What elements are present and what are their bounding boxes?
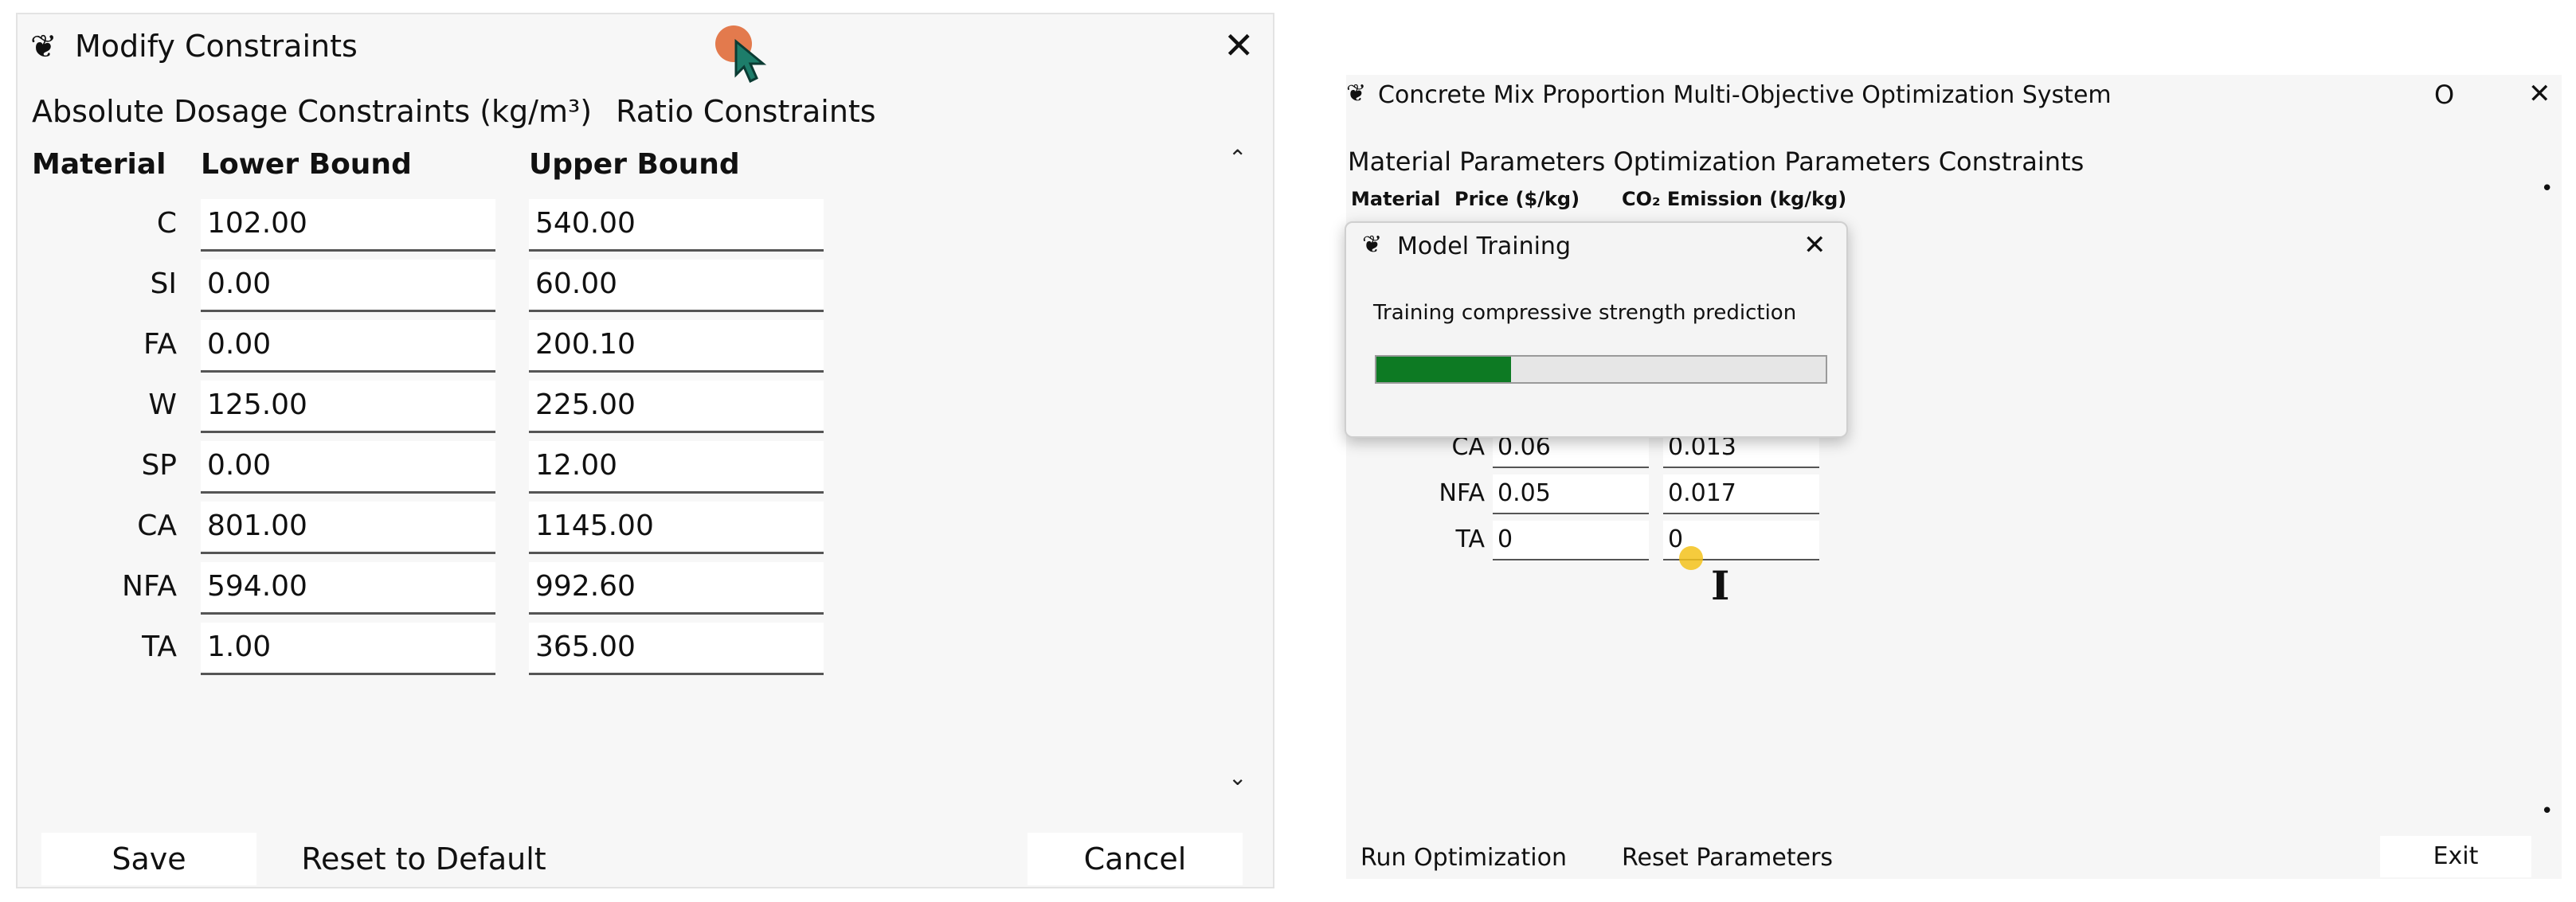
maximize-icon[interactable]: O — [2434, 80, 2454, 110]
material-label: W — [148, 389, 177, 421]
lower-bound-input[interactable]: 125.00 — [201, 381, 495, 433]
lower-bound-input[interactable]: 0.00 — [201, 260, 495, 312]
dialog-title: Model Training — [1397, 232, 1571, 260]
modify-constraints-window: ❦ Modify Constraints ✕ Absolute Dosage C… — [16, 13, 1274, 888]
material-label: NFA — [122, 570, 177, 603]
tab-material-parameters[interactable]: Material Parameters — [1348, 146, 1605, 177]
tab-optimization-parameters[interactable]: Optimization Parameters — [1614, 146, 1931, 177]
close-icon[interactable]: ✕ — [2528, 78, 2551, 110]
title-bar[interactable]: ❦ Modify Constraints ✕ — [18, 14, 1273, 86]
text-cursor-icon: I — [1711, 562, 1730, 609]
tab-absolute-dosage[interactable]: Absolute Dosage Constraints (kg/m³) — [32, 94, 592, 129]
lower-bound-input[interactable]: 0.00 — [201, 441, 495, 494]
click-highlight — [1679, 546, 1703, 570]
upper-bound-input[interactable]: 540.00 — [529, 199, 824, 252]
window-title: Modify Constraints — [75, 29, 358, 64]
model-training-dialog: ❦ Model Training ✕ Training compressive … — [1345, 221, 1848, 438]
material-label: TA — [1455, 525, 1485, 553]
tab-ratio-constraints[interactable]: Ratio Constraints — [616, 94, 875, 129]
upper-bound-input[interactable]: 60.00 — [529, 260, 824, 312]
emission-input[interactable]: 0.017 — [1663, 474, 1819, 514]
reset-parameters-button[interactable]: Reset Parameters — [1622, 844, 1833, 872]
upper-bound-input[interactable]: 225.00 — [529, 381, 824, 433]
lower-bound-input[interactable]: 594.00 — [201, 562, 495, 615]
column-header-upper-bound: Upper Bound — [529, 148, 740, 181]
scroll-down-icon[interactable]: ⌄ — [1228, 764, 1247, 791]
feather-icon: ❦ — [1346, 80, 1367, 107]
upper-bound-input[interactable]: 12.00 — [529, 441, 824, 494]
feather-icon: ❦ — [1362, 231, 1383, 259]
cancel-button[interactable]: Cancel — [1028, 833, 1243, 885]
column-header-material: Material — [32, 148, 166, 181]
main-tabs: Material Parameters Optimization Paramet… — [1348, 146, 2084, 177]
dialog-message: Training compressive strength prediction — [1373, 301, 1797, 325]
material-label: SI — [150, 267, 177, 300]
optimization-system-window: ❦ Concrete Mix Proportion Multi-Objectiv… — [1346, 75, 2562, 879]
material-label: C — [156, 207, 177, 240]
mouse-pointer-icon — [734, 38, 767, 83]
upper-bound-input[interactable]: 365.00 — [529, 623, 824, 675]
lower-bound-input[interactable]: 0.00 — [201, 320, 495, 373]
lower-bound-input[interactable]: 102.00 — [201, 199, 495, 252]
window-title: Concrete Mix Proportion Multi-Objective … — [1378, 81, 2112, 109]
close-icon[interactable]: ✕ — [1803, 229, 1826, 261]
price-input[interactable]: 0 — [1493, 521, 1649, 560]
save-button[interactable]: Save — [41, 833, 256, 885]
close-icon[interactable]: ✕ — [1223, 27, 1255, 64]
progress-fill — [1376, 357, 1512, 382]
tab-constraints[interactable]: Constraints — [1939, 146, 2085, 177]
scroll-up-icon[interactable]: • — [2541, 177, 2553, 201]
exit-button[interactable]: Exit — [2380, 836, 2531, 877]
constraint-tabs: Absolute Dosage Constraints (kg/m³) Rati… — [32, 94, 891, 129]
column-header-price: Price ($/kg) — [1454, 188, 1580, 210]
price-input[interactable]: 0.05 — [1493, 474, 1649, 514]
run-optimization-button[interactable]: Run Optimization — [1360, 844, 1567, 872]
column-header-lower-bound: Lower Bound — [201, 148, 412, 181]
reset-to-default-button[interactable]: Reset to Default — [280, 833, 567, 885]
column-header-emission: CO₂ Emission (kg/kg) — [1622, 188, 1847, 210]
material-label: SP — [141, 449, 177, 482]
lower-bound-input[interactable]: 801.00 — [201, 502, 495, 554]
material-label: FA — [143, 328, 177, 361]
lower-bound-input[interactable]: 1.00 — [201, 623, 495, 675]
upper-bound-input[interactable]: 200.10 — [529, 320, 824, 373]
upper-bound-input[interactable]: 1145.00 — [529, 502, 824, 554]
material-label: TA — [142, 631, 177, 663]
scroll-up-icon[interactable]: ⌃ — [1228, 145, 1247, 171]
progress-bar — [1375, 355, 1827, 384]
material-label: CA — [137, 510, 177, 542]
material-label: NFA — [1439, 479, 1485, 507]
column-header-material: Material — [1351, 188, 1441, 210]
feather-icon: ❦ — [30, 29, 57, 65]
scroll-down-icon[interactable]: • — [2541, 799, 2553, 823]
upper-bound-input[interactable]: 992.60 — [529, 562, 824, 615]
